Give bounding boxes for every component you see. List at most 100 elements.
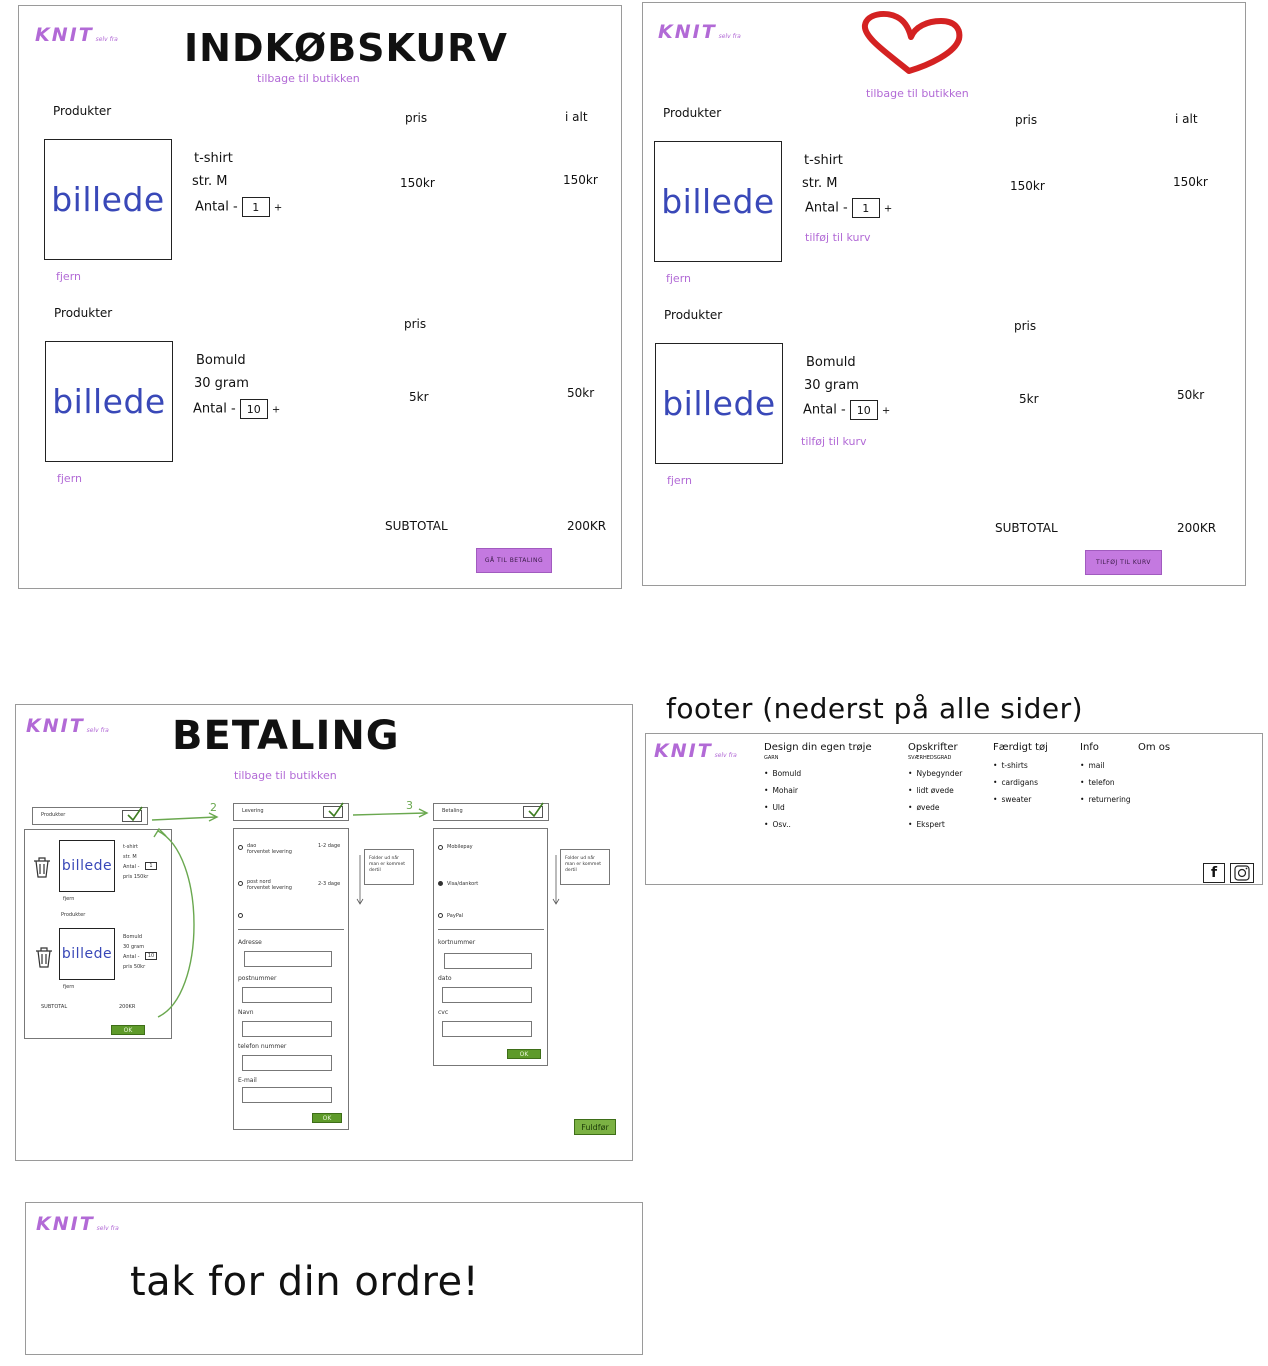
footer-link[interactable]: Nybegynder: [908, 769, 962, 778]
footer-column-title[interactable]: Info: [1080, 742, 1131, 753]
payment-option-label: Mobilepay: [447, 844, 473, 850]
name-field[interactable]: [242, 1021, 332, 1037]
quantity-plus[interactable]: +: [884, 204, 892, 215]
card-number-field[interactable]: [444, 953, 532, 969]
delivery-option-days: 2-3 dage: [318, 881, 341, 887]
logo[interactable]: KNIT selv fra: [36, 1213, 119, 1235]
footer-link[interactable]: returnering: [1080, 795, 1130, 804]
payment-option-radio[interactable]: [438, 881, 443, 886]
product-total: 150kr: [563, 173, 598, 187]
logo[interactable]: KNIT selv fra: [658, 21, 741, 43]
delivery-option-radio[interactable]: [238, 845, 243, 850]
footer-link[interactable]: telefon: [1080, 778, 1131, 787]
subtotal-label: SUBTOTAL: [385, 519, 448, 533]
price-header: pris: [405, 111, 428, 125]
payment-step-header[interactable]: Betaling: [433, 802, 549, 821]
payment-option-radio[interactable]: [438, 913, 443, 918]
products-label: Produkter: [663, 106, 722, 120]
quantity-plus[interactable]: +: [272, 405, 280, 416]
footer-column-title[interactable]: Opskrifter: [908, 742, 962, 753]
postal-code-field[interactable]: [242, 987, 332, 1003]
field-label: cvc: [438, 1009, 449, 1016]
footer-column-title[interactable]: Design din egen trøje: [764, 742, 872, 753]
product-detail: str. M: [802, 176, 838, 191]
footer-panel: KNIT selv fra Design din egen trøje GARN …: [645, 733, 1263, 885]
back-to-shop-link[interactable]: tilbage til butikken: [257, 72, 360, 85]
quantity-plus[interactable]: +: [274, 203, 282, 214]
remove-link[interactable]: fjern: [57, 472, 82, 485]
remove-link[interactable]: fjern: [56, 270, 81, 283]
payment-step-body: Mobilepay Visa/dankort PayPal kortnummer…: [433, 828, 548, 1066]
ok-button[interactable]: OK: [312, 1113, 342, 1123]
payment-option-radio[interactable]: [438, 845, 443, 850]
instagram-icon[interactable]: [1230, 863, 1254, 883]
price-header: pris: [404, 317, 427, 331]
product-image: billede: [44, 139, 172, 260]
delivery-step-header[interactable]: Levering: [233, 802, 349, 821]
footer-link[interactable]: Bomuld: [764, 769, 872, 778]
back-to-shop-link[interactable]: tilbage til butikken: [866, 87, 969, 100]
quantity-row: Antal - 10 +: [803, 400, 890, 420]
step-number: 2: [210, 801, 217, 814]
field-label: telefon nummer: [238, 1043, 287, 1050]
check-icon: [323, 802, 344, 818]
favorites-panel: KNIT selv fra tilbage til butikken Produk…: [642, 2, 1246, 586]
facebook-icon[interactable]: f: [1203, 863, 1225, 883]
footer-link[interactable]: Mohair: [764, 786, 872, 795]
date-field[interactable]: [442, 987, 532, 1003]
remove-link[interactable]: fjern: [666, 272, 691, 285]
logo[interactable]: KNIT selv fra: [654, 740, 737, 762]
fold-out-note: Folder ud når man er kommet dertil: [364, 849, 414, 885]
footer-link[interactable]: Ekspert: [908, 820, 962, 829]
quantity-minus[interactable]: Antal -: [195, 200, 238, 215]
footer-link[interactable]: t-shirts: [993, 761, 1048, 770]
quantity-minus[interactable]: Antal -: [803, 403, 846, 418]
quantity-minus[interactable]: Antal -: [805, 201, 848, 216]
quantity-minus[interactable]: Antal -: [193, 402, 236, 417]
field-label: E-mail: [238, 1077, 257, 1084]
footer-link[interactable]: Uld: [764, 803, 872, 812]
add-to-cart-link[interactable]: tilføj til kurv: [805, 231, 871, 244]
footer-column: Færdigt tøj t-shirts cardigans sweater: [993, 742, 1048, 804]
total-header: i alt: [1175, 112, 1198, 126]
product-name: t-shirt: [194, 151, 233, 166]
email-field[interactable]: [242, 1087, 332, 1103]
delivery-option-label: post nord forventet levering: [247, 879, 292, 891]
product-name: Bomuld: [196, 353, 246, 368]
remove-link[interactable]: fjern: [667, 474, 692, 487]
quantity-plus[interactable]: +: [882, 406, 890, 417]
add-to-cart-link[interactable]: tilføj til kurv: [801, 435, 867, 448]
add-to-cart-button[interactable]: TILFØJ TIL KURV: [1085, 550, 1162, 575]
footer-link[interactable]: øvede: [908, 803, 962, 812]
quantity-input[interactable]: 1: [851, 198, 880, 218]
quantity-input[interactable]: 10: [239, 399, 268, 419]
footer-link[interactable]: cardigans: [993, 778, 1048, 787]
field-label: Navn: [238, 1009, 254, 1016]
go-to-payment-button[interactable]: GÅ TIL BETALING: [476, 548, 552, 573]
quantity-input[interactable]: 10: [849, 400, 878, 420]
field-label: Adresse: [238, 939, 262, 946]
footer-column-title[interactable]: Om os: [1138, 742, 1170, 753]
field-label: postnummer: [238, 975, 277, 982]
product-price: 150kr: [400, 176, 435, 190]
footer-link[interactable]: lidt øvede: [908, 786, 962, 795]
address-field[interactable]: [244, 951, 332, 967]
cvc-field[interactable]: [442, 1021, 532, 1037]
logo[interactable]: KNIT selv fra: [35, 24, 118, 46]
payment-panel: KNIT selv fra BETALING tilbage til butikk…: [15, 704, 633, 1161]
finish-button[interactable]: Fuldfør: [574, 1119, 616, 1135]
footer-column-title[interactable]: Færdigt tøj: [993, 742, 1048, 753]
product-detail: 30 gram: [804, 378, 859, 393]
footer-link[interactable]: mail: [1080, 761, 1131, 770]
ok-button[interactable]: OK: [507, 1049, 541, 1059]
footer-link[interactable]: Osv..: [764, 820, 872, 829]
field-label: dato: [438, 975, 452, 982]
footer-link[interactable]: sweater: [993, 795, 1048, 804]
phone-field[interactable]: [242, 1055, 332, 1071]
delivery-option-radio[interactable]: [238, 913, 243, 918]
step-number: 3: [406, 799, 413, 812]
price-header: pris: [1015, 113, 1038, 127]
product-price: 5kr: [409, 390, 429, 404]
delivery-option-radio[interactable]: [238, 881, 243, 886]
quantity-input[interactable]: 1: [241, 197, 270, 217]
